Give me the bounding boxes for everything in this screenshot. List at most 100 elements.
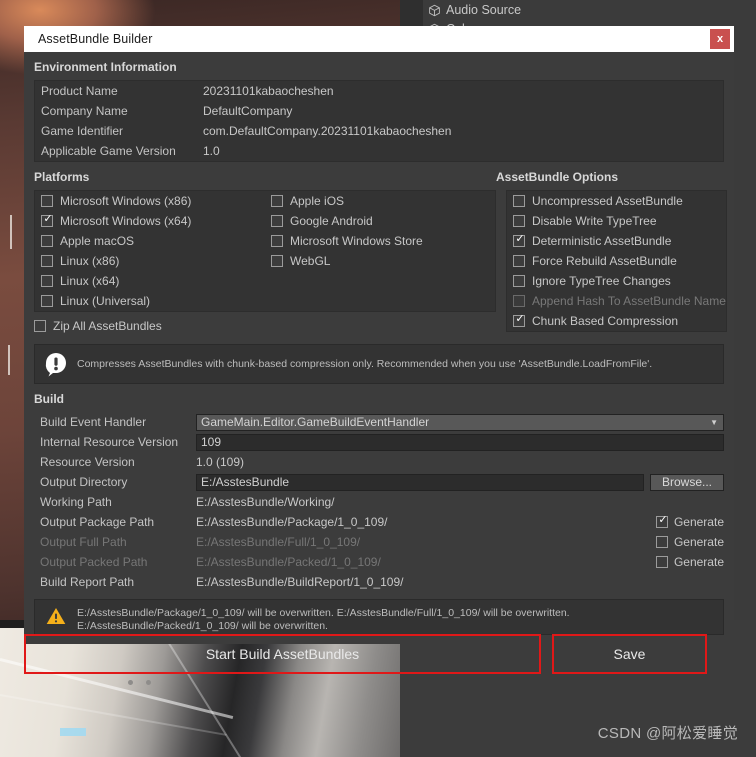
environment-information-panel: Product Name 20231101kabaocheshen Compan… — [34, 80, 724, 162]
generate-packed-toggle[interactable]: Generate — [655, 555, 724, 569]
generate-full-toggle[interactable]: Generate — [655, 535, 724, 549]
save-button[interactable]: Save — [552, 634, 707, 674]
build-event-handler-row: Build Event Handler GameMain.Editor.Game… — [34, 412, 724, 432]
checkbox-icon[interactable] — [41, 213, 54, 227]
checkbox-icon[interactable] — [513, 275, 525, 287]
platform-apple-macos[interactable]: Apple macOS — [35, 231, 265, 251]
hierarchy-item-label: Audio Source — [446, 3, 522, 17]
checkbox-icon[interactable] — [41, 195, 53, 207]
start-build-assetbundles-button[interactable]: Start Build AssetBundles — [24, 634, 541, 674]
assetbundle-builder-window: AssetBundle Builder x Environment Inform… — [24, 26, 734, 644]
option-disable-write-typetree[interactable]: Disable Write TypeTree — [507, 211, 726, 231]
platform-windows-x64[interactable]: Microsoft Windows (x64) — [35, 211, 265, 231]
platform-linux-x64[interactable]: Linux (x64) — [35, 271, 265, 291]
checkbox-icon[interactable] — [271, 235, 283, 247]
output-full-path-value: E:/AsstesBundle/Full/1_0_109/ — [196, 535, 361, 549]
field-label: Output Full Path — [40, 535, 127, 549]
close-icon[interactable]: x — [710, 29, 730, 49]
checkbox-icon[interactable] — [513, 233, 526, 247]
platform-label: WebGL — [290, 254, 331, 268]
generate-label: Generate — [673, 535, 724, 549]
checkbox-icon[interactable] — [41, 235, 53, 247]
row-label: Company Name — [41, 104, 128, 118]
build-report-path-value: E:/AsstesBundle/BuildReport/1_0_109/ — [196, 575, 404, 589]
option-label: Chunk Based Compression — [532, 314, 679, 328]
checkbox-icon[interactable] — [513, 255, 525, 267]
checkbox-icon[interactable] — [41, 295, 53, 307]
platform-linux-x86[interactable]: Linux (x86) — [35, 251, 265, 271]
field-label: Internal Resource Version — [40, 435, 179, 449]
output-package-path-value: E:/AsstesBundle/Package/1_0_109/ — [196, 515, 388, 529]
checkbox-icon[interactable] — [655, 536, 668, 548]
cube-icon — [428, 4, 441, 17]
option-chunk-based-compression[interactable]: Chunk Based Compression — [507, 311, 726, 331]
row-value: com.DefaultCompany.20231101kabaocheshen — [203, 124, 452, 138]
checkbox-icon[interactable] — [271, 255, 283, 267]
checkbox-icon[interactable] — [513, 195, 525, 207]
option-label: Deterministic AssetBundle — [532, 234, 672, 248]
output-packed-path-value: E:/AsstesBundle/Packed/1_0_109/ — [196, 555, 381, 569]
checkbox-icon[interactable] — [513, 313, 526, 327]
start-build-label: Start Build AssetBundles — [205, 646, 360, 662]
info-message-box: Compresses AssetBundles with chunk-based… — [34, 344, 724, 384]
platforms-title: Platforms — [34, 170, 90, 184]
platform-apple-ios[interactable]: Apple iOS — [265, 191, 495, 211]
generate-package-toggle[interactable]: Generate — [655, 514, 724, 529]
checkbox-icon[interactable] — [655, 514, 669, 528]
output-package-path-row: Output Package Path E:/AsstesBundle/Pack… — [34, 512, 724, 532]
checkbox-icon[interactable] — [655, 556, 668, 568]
option-ignore-typetree-changes[interactable]: Ignore TypeTree Changes — [507, 271, 726, 291]
assetbundle-options-title: AssetBundle Options — [496, 170, 619, 184]
warning-message-box: E:/AsstesBundle/Package/1_0_109/ will be… — [34, 599, 724, 635]
build-report-path-row: Build Report Path E:/AsstesBundle/BuildR… — [34, 572, 724, 592]
platform-windows-store[interactable]: Microsoft Windows Store — [265, 231, 495, 251]
platform-label: Microsoft Windows (x86) — [60, 194, 192, 208]
internal-resource-version-row: Internal Resource Version 109 — [34, 432, 724, 452]
field-label: Output Package Path — [40, 515, 155, 529]
option-force-rebuild-assetbundle[interactable]: Force Rebuild AssetBundle — [507, 251, 726, 271]
platform-linux-universal[interactable]: Linux (Universal) — [35, 291, 265, 311]
field-label: Output Packed Path — [40, 555, 148, 569]
info-message-text: Compresses AssetBundles with chunk-based… — [77, 357, 653, 370]
platform-label: Linux (Universal) — [60, 294, 151, 308]
output-directory-input[interactable]: E:/AsstesBundle — [196, 473, 644, 491]
table-row: Company Name DefaultCompany — [35, 101, 723, 121]
field-label: Resource Version — [40, 455, 135, 469]
window-title: AssetBundle Builder — [38, 32, 153, 46]
option-uncompressed-assetbundle[interactable]: Uncompressed AssetBundle — [507, 191, 726, 211]
platform-windows-x86[interactable]: Microsoft Windows (x86) — [35, 191, 265, 211]
row-label: Product Name — [41, 84, 118, 98]
platform-webgl[interactable]: WebGL — [265, 251, 495, 271]
table-row: Game Identifier com.DefaultCompany.20231… — [35, 121, 723, 141]
platform-label: Apple iOS — [290, 194, 345, 208]
checkbox-icon[interactable] — [41, 255, 53, 267]
zip-all-label: Zip All AssetBundles — [53, 319, 162, 333]
resource-version-value: 1.0 (109) — [196, 455, 245, 469]
chevron-down-icon[interactable]: ▼ — [710, 418, 718, 427]
checkbox-icon[interactable] — [271, 195, 283, 207]
field-label: Build Event Handler — [40, 415, 147, 429]
row-value: 20231101kabaocheshen — [203, 84, 334, 98]
internal-resource-version-input[interactable]: 109 — [196, 433, 724, 451]
option-label: Ignore TypeTree Changes — [532, 274, 671, 288]
checkbox-icon[interactable] — [513, 215, 525, 227]
checkbox-icon[interactable] — [271, 215, 283, 227]
watermark: CSDN @阿松爱睡觉 — [597, 725, 738, 742]
checkbox-icon[interactable] — [34, 320, 46, 332]
output-full-path-row: Output Full Path E:/AsstesBundle/Full/1_… — [34, 532, 724, 552]
build-event-handler-dropdown[interactable]: GameMain.Editor.GameBuildEventHandler ▼ — [196, 413, 724, 431]
assetbundle-options-panel: Uncompressed AssetBundle Disable Write T… — [506, 190, 727, 332]
hierarchy-item-audio-source[interactable]: Audio Source — [429, 3, 522, 17]
row-value: DefaultCompany — [203, 104, 293, 118]
option-deterministic-assetbundle[interactable]: Deterministic AssetBundle — [507, 231, 726, 251]
zip-all-assetbundles[interactable]: Zip All AssetBundles — [34, 316, 496, 336]
platform-label: Google Android — [290, 214, 373, 228]
row-value: 1.0 — [203, 144, 220, 158]
checkbox-icon[interactable] — [41, 275, 53, 287]
row-label: Game Identifier — [41, 124, 124, 138]
browse-button[interactable]: Browse... — [650, 473, 724, 491]
platform-label: Microsoft Windows Store — [290, 234, 423, 248]
platform-google-android[interactable]: Google Android — [265, 211, 495, 231]
resource-version-row: Resource Version 1.0 (109) — [34, 452, 724, 472]
info-icon — [43, 351, 69, 377]
